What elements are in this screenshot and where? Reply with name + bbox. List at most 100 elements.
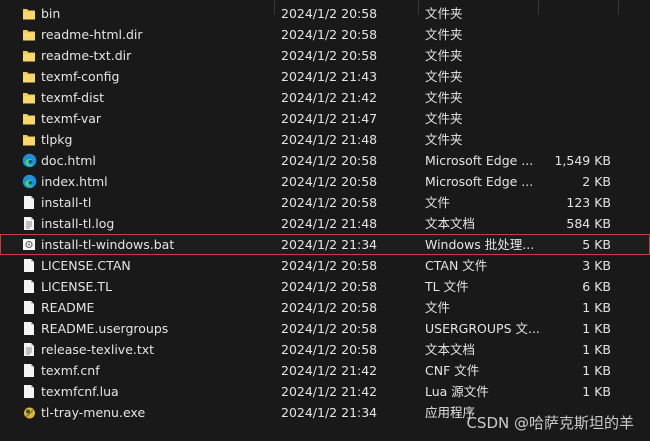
file-date-modified: 2024/1/2 21:43 bbox=[281, 69, 378, 84]
file-date-modified: 2024/1/2 20:58 bbox=[281, 300, 378, 315]
file-row[interactable]: README.usergroups 2024/1/2 20:58 USERGROUP… bbox=[0, 318, 650, 339]
file-row[interactable]: LICENSE.CTAN 2024/1/2 20:58 CTAN 文件 3 KB bbox=[0, 255, 650, 276]
file-row[interactable]: texmf-dist 2024/1/2 21:42 文件夹 bbox=[0, 87, 650, 108]
file-name: install-tl-windows.bat bbox=[41, 237, 175, 252]
file-date-modified: 2024/1/2 20:58 bbox=[281, 174, 378, 189]
file-icon bbox=[22, 195, 36, 210]
file-row[interactable]: texmf.cnf 2024/1/2 21:42 CNF 文件 1 KB bbox=[0, 360, 650, 381]
file-name: readme-html.dir bbox=[41, 27, 143, 42]
file-date-modified: 2024/1/2 21:34 bbox=[281, 405, 378, 420]
file-type: 文件夹 bbox=[425, 27, 463, 42]
file-type: 文件 bbox=[425, 195, 451, 210]
batch-file-icon bbox=[22, 237, 36, 252]
file-type: 文件夹 bbox=[425, 111, 463, 126]
file-icon bbox=[22, 321, 36, 336]
file-name: tl-tray-menu.exe bbox=[41, 405, 146, 420]
file-row[interactable]: install-tl.log 2024/1/2 21:48 文本文档 584 KB bbox=[0, 213, 650, 234]
text-file-icon bbox=[22, 342, 36, 357]
file-name: tlpkg bbox=[41, 132, 73, 147]
file-name: release-texlive.txt bbox=[41, 342, 155, 357]
file-date-modified: 2024/1/2 20:58 bbox=[281, 342, 378, 357]
file-row[interactable]: LICENSE.TL 2024/1/2 20:58 TL 文件 6 KB bbox=[0, 276, 650, 297]
file-row[interactable]: doc.html 2024/1/2 20:58 Microsoft Edge ...… bbox=[0, 150, 650, 171]
file-date-modified: 2024/1/2 21:48 bbox=[281, 216, 378, 231]
file-name: LICENSE.TL bbox=[41, 279, 113, 294]
file-date-modified: 2024/1/2 20:58 bbox=[281, 6, 378, 21]
file-type: 文件夹 bbox=[425, 6, 463, 21]
file-size: 1 KB bbox=[582, 342, 611, 357]
file-date-modified: 2024/1/2 21:48 bbox=[281, 132, 378, 147]
file-type: 文件夹 bbox=[425, 90, 463, 105]
file-date-modified: 2024/1/2 21:47 bbox=[281, 111, 378, 126]
file-type: 文本文档 bbox=[425, 216, 476, 231]
edge-icon bbox=[22, 174, 37, 189]
file-row[interactable]: install-tl-windows.bat 2024/1/2 21:34 Wind… bbox=[0, 234, 650, 255]
file-type: 文件夹 bbox=[425, 69, 463, 84]
file-name: texmf-dist bbox=[41, 90, 104, 105]
text-file-icon bbox=[22, 216, 36, 231]
file-size: 3 KB bbox=[582, 258, 611, 273]
file-date-modified: 2024/1/2 21:42 bbox=[281, 363, 378, 378]
file-icon bbox=[22, 279, 36, 294]
folder-icon bbox=[22, 132, 36, 147]
file-size: 1 KB bbox=[582, 384, 611, 399]
file-size: 1 KB bbox=[582, 321, 611, 336]
folder-icon bbox=[22, 90, 36, 105]
file-type: Microsoft Edge ... bbox=[425, 174, 534, 189]
file-name: LICENSE.CTAN bbox=[41, 258, 131, 273]
file-size: 2 KB bbox=[582, 174, 611, 189]
file-date-modified: 2024/1/2 21:34 bbox=[281, 237, 378, 252]
file-row[interactable]: texmfcnf.lua 2024/1/2 21:42 Lua 源文件 1 KB bbox=[0, 381, 650, 402]
file-name: texmfcnf.lua bbox=[41, 384, 119, 399]
file-icon bbox=[22, 363, 36, 378]
folder-icon bbox=[22, 27, 36, 42]
file-size: 123 KB bbox=[566, 195, 611, 210]
file-row[interactable]: tlpkg 2024/1/2 21:48 文件夹 bbox=[0, 129, 650, 150]
file-row[interactable]: texmf-config 2024/1/2 21:43 文件夹 bbox=[0, 66, 650, 87]
file-name: doc.html bbox=[41, 153, 96, 168]
file-size: 6 KB bbox=[582, 279, 611, 294]
file-row[interactable]: texmf-var 2024/1/2 21:47 文件夹 bbox=[0, 108, 650, 129]
exe-icon bbox=[22, 405, 36, 420]
file-type: 文本文档 bbox=[425, 342, 476, 357]
file-name: install-tl.log bbox=[41, 216, 115, 231]
file-date-modified: 2024/1/2 20:58 bbox=[281, 195, 378, 210]
file-name: bin bbox=[41, 6, 61, 21]
folder-icon bbox=[22, 48, 36, 63]
folder-icon bbox=[22, 6, 36, 21]
file-name: README.usergroups bbox=[41, 321, 169, 336]
file-size: 5 KB bbox=[582, 237, 611, 252]
file-type: CTAN 文件 bbox=[425, 258, 488, 273]
file-name: install-tl bbox=[41, 195, 92, 210]
file-type: Lua 源文件 bbox=[425, 384, 489, 399]
file-date-modified: 2024/1/2 20:58 bbox=[281, 321, 378, 336]
file-icon bbox=[22, 300, 36, 315]
file-type: CNF 文件 bbox=[425, 363, 480, 378]
file-date-modified: 2024/1/2 20:58 bbox=[281, 258, 378, 273]
file-type: Microsoft Edge ... bbox=[425, 153, 534, 168]
file-row[interactable]: bin 2024/1/2 20:58 文件夹 bbox=[0, 3, 650, 24]
file-type: 文件夹 bbox=[425, 48, 463, 63]
file-row[interactable]: readme-html.dir 2024/1/2 20:58 文件夹 bbox=[0, 24, 650, 45]
file-row[interactable]: release-texlive.txt 2024/1/2 20:58 文本文档 1 K… bbox=[0, 339, 650, 360]
watermark: CSDN @哈萨克斯坦的羊 bbox=[466, 414, 634, 432]
file-size: 1 KB bbox=[582, 300, 611, 315]
file-size: 1,549 KB bbox=[554, 153, 611, 168]
file-name: texmf.cnf bbox=[41, 363, 100, 378]
file-name: readme-txt.dir bbox=[41, 48, 132, 63]
edge-icon bbox=[22, 153, 37, 168]
file-size: 1 KB bbox=[582, 363, 611, 378]
file-date-modified: 2024/1/2 20:58 bbox=[281, 279, 378, 294]
file-type: 文件 bbox=[425, 300, 451, 315]
file-row[interactable]: install-tl 2024/1/2 20:58 文件 123 KB bbox=[0, 192, 650, 213]
file-row[interactable]: index.html 2024/1/2 20:58 Microsoft Edge .… bbox=[0, 171, 650, 192]
file-name: texmf-var bbox=[41, 111, 102, 126]
file-size: 584 KB bbox=[566, 216, 611, 231]
file-type: TL 文件 bbox=[425, 279, 469, 294]
folder-icon bbox=[22, 111, 36, 126]
file-name: README bbox=[41, 300, 95, 315]
file-date-modified: 2024/1/2 20:58 bbox=[281, 27, 378, 42]
file-row[interactable]: README 2024/1/2 20:58 文件 1 KB bbox=[0, 297, 650, 318]
file-icon bbox=[22, 384, 36, 399]
file-row[interactable]: readme-txt.dir 2024/1/2 20:58 文件夹 bbox=[0, 45, 650, 66]
